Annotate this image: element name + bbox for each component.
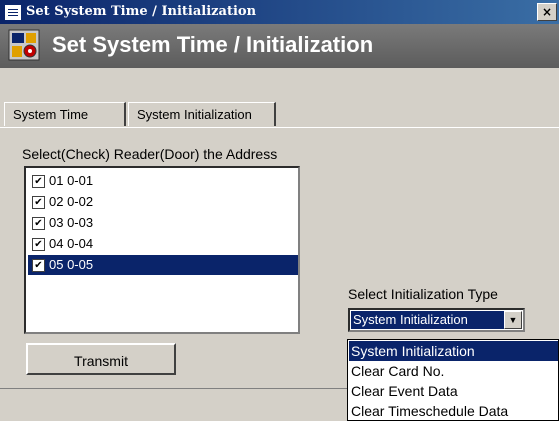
transmit-button[interactable]: Transmit [26,343,176,375]
checkbox[interactable]: ✔ [32,238,45,251]
bottom-divider [0,388,347,389]
list-item-label: 03 0-03 [49,215,94,230]
dropdown-option-clear-timeschedule-data[interactable]: Clear Timeschedule Data [349,401,558,421]
tab-divider [0,127,559,128]
init-type-dropdown-list: System Initialization Clear Card No. Cle… [347,339,559,421]
list-item[interactable]: ✔ 04 0-04 [28,234,298,254]
title-bar: Set System Time / Initialization × [0,0,559,24]
list-item-label: 04 0-04 [49,236,94,251]
system-settings-icon [8,29,40,61]
checkbox[interactable]: ✔ [32,175,45,188]
list-item-label: 05 0-05 [49,257,94,272]
list-item-label: 02 0-02 [49,194,94,209]
window-title: Set System Time / Initialization [26,4,257,19]
tab-strip: System Time System Initialization [0,100,559,130]
header-banner: Set System Time / Initialization [0,24,559,68]
checkbox[interactable]: ✔ [32,196,45,209]
close-button[interactable]: × [537,3,557,21]
tab-system-time[interactable]: System Time [4,102,126,126]
list-item-label: 01 0-01 [49,173,94,188]
dropdown-option-clear-event-data[interactable]: Clear Event Data [349,381,558,401]
tab-system-initialization[interactable]: System Initialization [128,102,276,126]
checkbox[interactable]: ✔ [32,259,45,272]
dropdown-option-system-initialization[interactable]: System Initialization [349,341,558,361]
dropdown-option-clear-card-no[interactable]: Clear Card No. [349,361,558,381]
list-item[interactable]: ✔ 02 0-02 [28,192,298,212]
init-type-value: System Initialization [351,311,504,329]
window-icon [5,5,21,20]
list-item[interactable]: ✔ 03 0-03 [28,213,298,233]
checkbox[interactable]: ✔ [32,217,45,230]
banner-title: Set System Time / Initialization [52,32,374,57]
list-item[interactable]: ✔ 05 0-05 [28,255,298,275]
dropdown-arrow-icon[interactable]: ▼ [504,311,522,329]
reader-select-label: Select(Check) Reader(Door) the Address [22,146,278,162]
reader-listbox[interactable]: ✔ 01 0-01 ✔ 02 0-02 ✔ 03 0-03 ✔ 04 0-04 … [24,166,300,334]
list-item[interactable]: ✔ 01 0-01 [28,171,298,191]
init-type-label: Select Initialization Type [348,286,498,302]
init-type-select[interactable]: System Initialization ▼ [348,308,525,332]
